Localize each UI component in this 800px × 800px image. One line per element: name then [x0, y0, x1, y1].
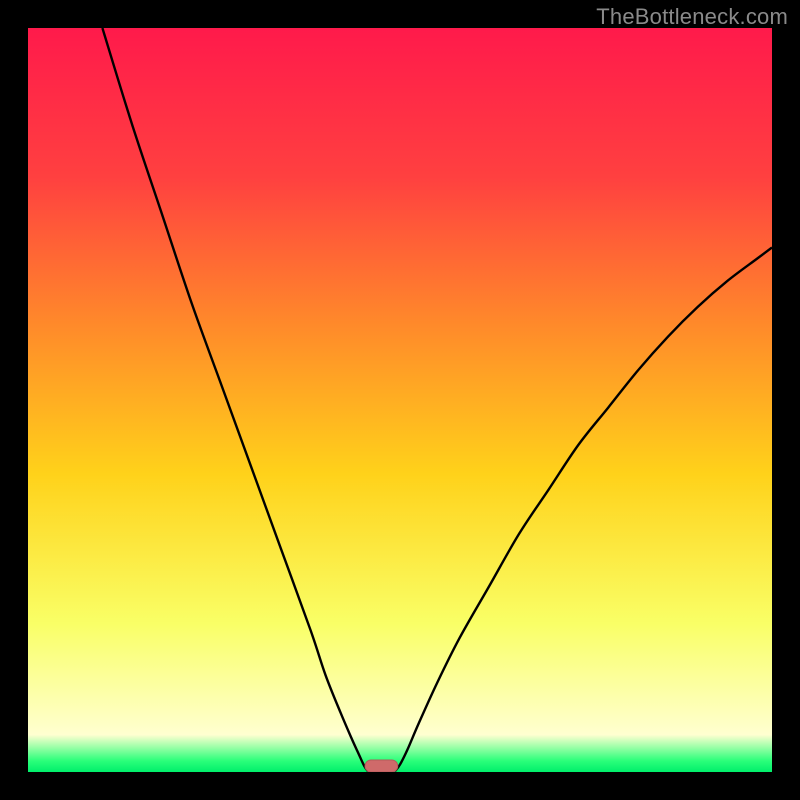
chart-frame: TheBottleneck.com	[0, 0, 800, 800]
gradient-background	[28, 28, 772, 772]
optimal-marker	[365, 760, 398, 772]
bottleneck-chart	[28, 28, 772, 772]
watermark-text: TheBottleneck.com	[596, 4, 788, 30]
